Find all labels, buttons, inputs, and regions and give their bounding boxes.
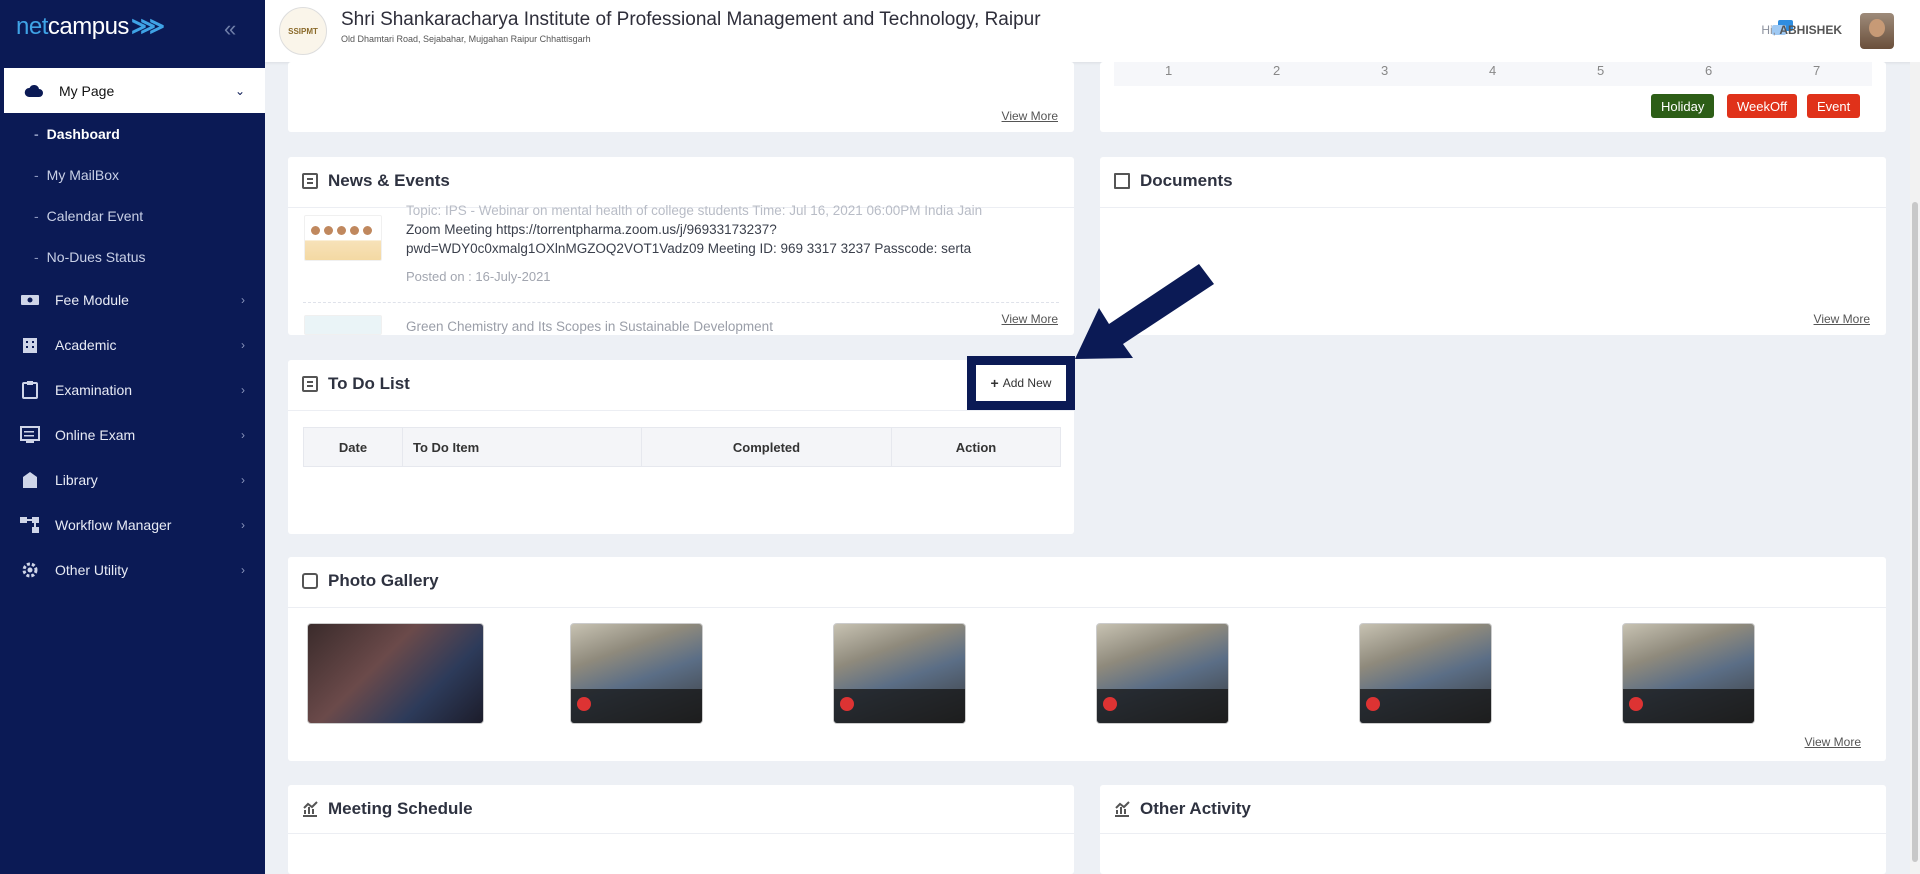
column-header[interactable]: Action xyxy=(891,427,1061,467)
todo-card: To Do List Date To Do Item Completed Act… xyxy=(288,360,1074,534)
sidebar-subitem-calendar-event[interactable]: - Calendar Event xyxy=(0,195,265,236)
column-header[interactable]: To Do Item xyxy=(402,427,642,467)
sidebar-item-examination[interactable]: Examination › xyxy=(0,367,265,412)
other-activity-card: Other Activity xyxy=(1100,785,1886,874)
news-thumbnail[interactable] xyxy=(304,315,382,335)
avatar[interactable] xyxy=(1860,13,1894,49)
news-thumbnail[interactable] xyxy=(304,215,382,261)
scrollbar-thumb[interactable] xyxy=(1912,202,1918,862)
add-new-highlight: + Add New xyxy=(967,356,1075,410)
todo-table: Date To Do Item Completed Action xyxy=(303,427,1061,467)
column-header[interactable]: Completed xyxy=(641,427,892,467)
folder-icon xyxy=(1114,173,1130,189)
chart-icon xyxy=(1114,801,1130,817)
view-more-link[interactable]: View More xyxy=(1814,312,1870,326)
sidebar-item-academic[interactable]: Academic › xyxy=(0,322,265,367)
workflow-icon xyxy=(19,516,41,534)
chevron-right-icon: › xyxy=(241,292,245,307)
news-events-card: News & Events Topic: IPS - Webinar on me… xyxy=(288,157,1074,335)
chevron-down-icon: ⌄ xyxy=(234,83,245,98)
legend-weekoff: WeekOff xyxy=(1727,94,1798,118)
news-item[interactable]: Topic: IPS - Webinar on mental health of… xyxy=(406,201,982,286)
view-more-link[interactable]: View More xyxy=(1002,109,1058,123)
plus-icon: + xyxy=(990,375,999,391)
sidebar-subitem-mailbox[interactable]: - My MailBox xyxy=(0,154,265,195)
news-posted-date: Posted on : 16-July-2021 xyxy=(406,269,551,284)
building-icon xyxy=(19,336,41,354)
list-icon xyxy=(302,173,318,189)
institute-address: Old Dhamtari Road, Sejabahar, Mujgahan R… xyxy=(341,34,591,44)
library-icon xyxy=(19,471,41,489)
other-activity-title: Other Activity xyxy=(1114,799,1251,819)
gear-icon xyxy=(19,561,41,579)
camera-icon xyxy=(302,573,318,589)
column-header[interactable]: Date xyxy=(303,427,403,467)
sidebar: netcampus⋙ « My Page ⌄ - Dashboard - My Ma… xyxy=(0,0,265,874)
chevron-right-icon: › xyxy=(241,472,245,487)
clipboard-icon xyxy=(19,380,41,399)
legend-holiday: Holiday xyxy=(1651,94,1715,118)
user-greeting[interactable]: Hi, ABHISHEK xyxy=(1761,23,1842,37)
chevron-right-icon: › xyxy=(241,427,245,442)
gallery-photo[interactable] xyxy=(1359,623,1492,724)
page-scrollbar[interactable] xyxy=(1910,62,1920,874)
gallery-photo[interactable] xyxy=(1096,623,1229,724)
gallery-photo[interactable] xyxy=(1622,623,1755,724)
chevron-right-icon: › xyxy=(241,382,245,397)
sidebar-subitem-dashboard[interactable]: - Dashboard xyxy=(0,113,265,154)
news-item-title[interactable]: Green Chemistry and Its Scopes in Sustai… xyxy=(406,317,773,335)
sidebar-item-fee-module[interactable]: Fee Module › xyxy=(0,277,265,322)
sidebar-item-workflow-manager[interactable]: Workflow Manager › xyxy=(0,502,265,547)
chevron-right-icon: › xyxy=(241,517,245,532)
money-icon xyxy=(19,291,41,309)
gallery-photo[interactable] xyxy=(570,623,703,724)
add-new-button[interactable]: + Add New xyxy=(976,365,1066,401)
top-bar: SSIPMT Shri Shankaracharya Institute of … xyxy=(265,0,1920,62)
list-icon xyxy=(302,376,318,392)
gallery-photo[interactable] xyxy=(833,623,966,724)
chart-icon xyxy=(302,801,318,817)
arrow-annotation xyxy=(1075,264,1214,359)
view-more-link[interactable]: View More xyxy=(997,312,1058,326)
chevron-right-icon: › xyxy=(241,337,245,352)
netcampus-logo[interactable]: netcampus⋙ xyxy=(16,12,165,41)
top-left-card: View More xyxy=(288,62,1074,132)
institute-logo: SSIPMT xyxy=(279,7,327,55)
view-more-link[interactable]: View More xyxy=(1805,735,1861,749)
chevrons-left-icon[interactable]: « xyxy=(224,16,236,42)
sidebar-subitem-no-dues-status[interactable]: - No-Dues Status xyxy=(0,236,265,277)
institute-name: Shri Shankaracharya Institute of Profess… xyxy=(341,9,1041,30)
monitor-icon xyxy=(19,425,41,444)
sidebar-item-library[interactable]: Library › xyxy=(0,457,265,502)
documents-card: Documents View More xyxy=(1100,157,1886,335)
sidebar-menu: My Page ⌄ - Dashboard - My MailBox - Calend… xyxy=(0,68,265,592)
meeting-schedule-title: Meeting Schedule xyxy=(302,799,473,819)
news-events-title: News & Events xyxy=(302,171,450,191)
todo-title: To Do List xyxy=(302,374,410,394)
sidebar-item-my-page[interactable]: My Page ⌄ xyxy=(0,68,265,113)
legend-event: Event xyxy=(1807,94,1861,118)
photo-gallery-title: Photo Gallery xyxy=(302,571,439,591)
chevron-right-icon: › xyxy=(241,562,245,577)
sidebar-item-other-utility[interactable]: Other Utility › xyxy=(0,547,265,592)
documents-title: Documents xyxy=(1114,171,1233,191)
gallery-photo[interactable] xyxy=(307,623,484,724)
meeting-schedule-card: Meeting Schedule xyxy=(288,785,1074,874)
cloud-icon xyxy=(23,82,45,100)
sidebar-item-online-exam[interactable]: Online Exam › xyxy=(0,412,265,457)
